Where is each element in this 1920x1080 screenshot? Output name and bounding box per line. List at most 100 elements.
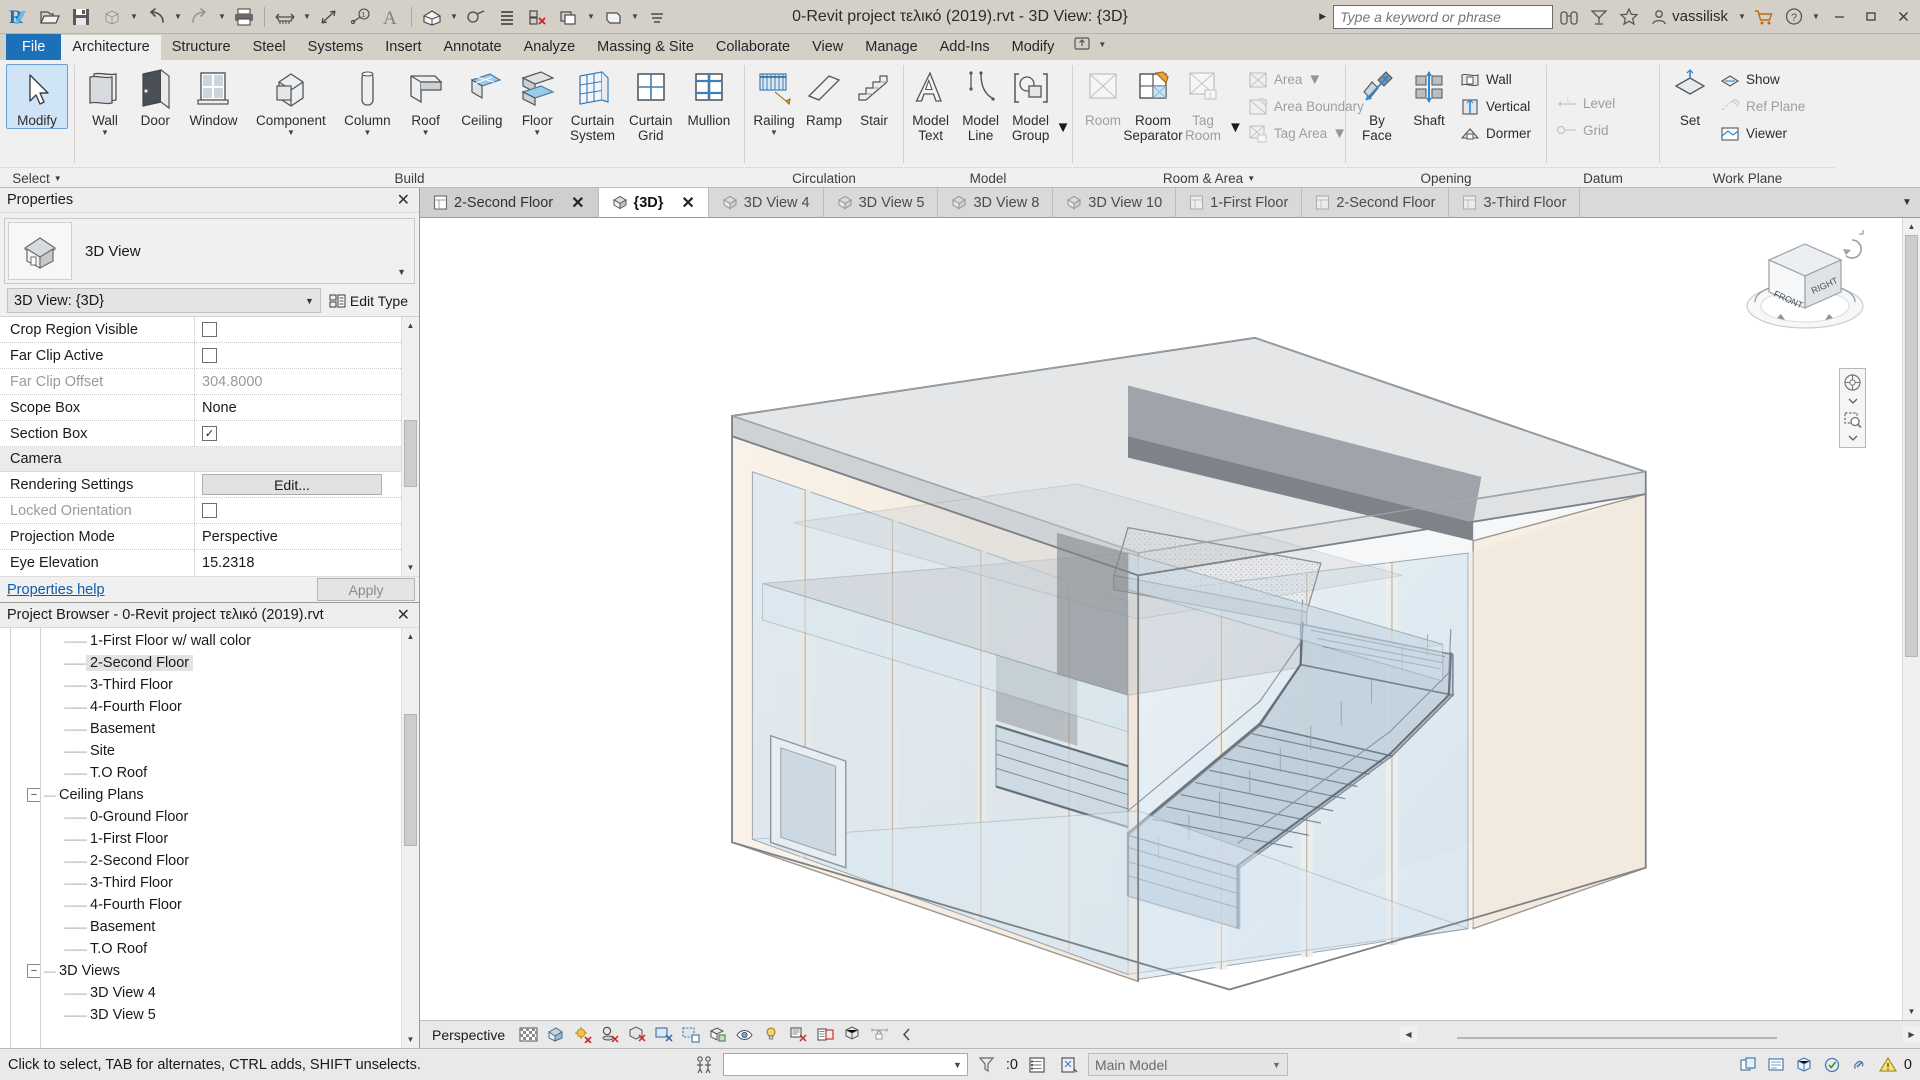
property-row-scope-box[interactable]: Scope Box None bbox=[0, 395, 419, 421]
canvas-hscroll-left-icon[interactable]: ◀ bbox=[1400, 1026, 1417, 1043]
curtain-grid-button[interactable]: Curtain Grid bbox=[623, 64, 679, 144]
temporary-view-properties-icon[interactable] bbox=[814, 1024, 837, 1046]
property-value[interactable] bbox=[195, 343, 419, 368]
set-work-plane-button[interactable]: Set bbox=[1665, 64, 1715, 129]
edit-type-button[interactable]: Edit Type bbox=[325, 293, 412, 309]
area-dropdown-caret-icon[interactable]: ▼ bbox=[1307, 71, 1322, 88]
ribbon-tab-file[interactable]: File bbox=[6, 34, 62, 60]
rendering-dialog-icon[interactable] bbox=[625, 1024, 648, 1046]
design-options-icon[interactable] bbox=[1024, 1053, 1050, 1077]
section-box-checkbox[interactable]: ✓ bbox=[202, 426, 217, 441]
property-value[interactable]: Edit... bbox=[195, 472, 419, 497]
crop-region-visible-checkbox[interactable] bbox=[202, 322, 217, 337]
tree-node-3d-view-4[interactable]: —— 3D View 4 bbox=[0, 982, 419, 1004]
curtain-system-button[interactable]: Curtain System bbox=[562, 64, 622, 144]
search-input[interactable] bbox=[1333, 4, 1554, 29]
workset-caret-icon[interactable]: ▼ bbox=[629, 3, 641, 31]
ribbon-tab-modify[interactable]: Modify bbox=[1001, 35, 1066, 60]
component-dropdown-caret-icon[interactable]: ▼ bbox=[287, 128, 295, 137]
favorites-star-icon[interactable] bbox=[1615, 4, 1643, 30]
family-type-caret-icon[interactable]: ▼ bbox=[397, 267, 406, 277]
work-plane-viewer-button[interactable]: Viewer bbox=[1715, 120, 1812, 147]
view-tab-3d-view-10[interactable]: 3D View 10 bbox=[1053, 188, 1177, 217]
revit-logo-icon[interactable]: R bbox=[4, 3, 34, 31]
vertical-opening-button[interactable]: Vertical bbox=[1455, 93, 1538, 120]
close-hidden-windows-icon[interactable] bbox=[523, 3, 553, 31]
workset-box-icon[interactable] bbox=[598, 3, 628, 31]
worksets-icon[interactable] bbox=[1736, 1053, 1762, 1077]
open-icon[interactable] bbox=[35, 3, 65, 31]
wall-button[interactable]: Wall ▼ bbox=[80, 64, 130, 138]
search-expand-caret-icon[interactable]: ▶ bbox=[1319, 11, 1326, 22]
tree-node-site[interactable]: —— Site bbox=[0, 740, 419, 762]
canvas-scroll-thumb[interactable] bbox=[1905, 235, 1918, 658]
rendering-settings-edit-button[interactable]: Edit... bbox=[202, 474, 382, 495]
tree-node-ceiling-second-floor[interactable]: —— 2-Second Floor bbox=[0, 850, 419, 872]
property-value[interactable]: Perspective bbox=[195, 524, 419, 549]
apply-button[interactable]: Apply bbox=[317, 578, 415, 601]
print-icon[interactable] bbox=[229, 3, 259, 31]
help-dropdown-caret-icon[interactable]: ▼ bbox=[1810, 3, 1822, 31]
far-clip-active-checkbox[interactable] bbox=[202, 348, 217, 363]
tree-node-first-floor-wall-color[interactable]: —— 1-First Floor w/ wall color bbox=[0, 630, 419, 652]
tree-node-basement[interactable]: —— Basement bbox=[0, 718, 419, 740]
properties-help-link[interactable]: Properties help bbox=[7, 582, 105, 598]
navigation-bar[interactable] bbox=[1839, 368, 1866, 448]
measure-icon[interactable] bbox=[270, 3, 300, 31]
stair-button[interactable]: Stair bbox=[849, 64, 899, 129]
3d-model-canvas[interactable]: FRONT RIGHT bbox=[420, 218, 1902, 1020]
tree-expander-icon-2[interactable]: − bbox=[27, 964, 41, 978]
properties-scroll-up-icon[interactable]: ▲ bbox=[402, 317, 419, 334]
wall-dropdown-caret-icon[interactable]: ▼ bbox=[101, 128, 109, 137]
tree-node-ceiling-ground-floor[interactable]: —— 0-Ground Floor bbox=[0, 806, 419, 828]
tree-node-ceiling-to-roof[interactable]: —— T.O Roof bbox=[0, 938, 419, 960]
restore-button[interactable] bbox=[1856, 2, 1886, 32]
ribbon-minimize-icon[interactable] bbox=[1071, 36, 1093, 52]
switch-windows-caret-icon[interactable]: ▼ bbox=[585, 3, 597, 31]
canvas-hscroll-thumb[interactable] bbox=[1456, 1036, 1777, 1039]
tag-room-button[interactable]: 1 Tag Room bbox=[1178, 64, 1228, 144]
press-and-drag-icon[interactable] bbox=[691, 1053, 717, 1077]
floor-button[interactable]: Floor ▼ bbox=[512, 64, 563, 138]
view-tab-2-second-floor[interactable]: 2-Second Floor ✕ bbox=[420, 188, 599, 217]
ribbon-tab-collaborate[interactable]: Collaborate bbox=[705, 35, 801, 60]
user-dropdown-caret-icon[interactable]: ▼ bbox=[1736, 3, 1748, 31]
railing-button[interactable]: Railing ▼ bbox=[749, 64, 799, 138]
property-value[interactable]: 15.2318 bbox=[195, 550, 419, 576]
ribbon-tab-steel[interactable]: Steel bbox=[242, 35, 297, 60]
properties-scroll-down-icon[interactable]: ▼ bbox=[402, 559, 419, 576]
browser-scroll-track[interactable] bbox=[402, 645, 419, 1031]
column-dropdown-caret-icon[interactable]: ▼ bbox=[363, 128, 371, 137]
canvas-scroll-track[interactable] bbox=[1903, 235, 1920, 1003]
3d-view-dropdown-caret-icon[interactable]: ▼ bbox=[448, 3, 460, 31]
undo-icon[interactable] bbox=[141, 3, 171, 31]
project-browser-close-icon[interactable]: ✕ bbox=[392, 605, 415, 625]
view-tab-close-icon-3d[interactable]: ✕ bbox=[681, 193, 694, 213]
filter-icon[interactable] bbox=[974, 1053, 1000, 1077]
mullion-button[interactable]: Mullion bbox=[679, 64, 739, 129]
view-tab-2-second-floor-b[interactable]: 2-Second Floor bbox=[1302, 188, 1450, 217]
redo-icon[interactable] bbox=[185, 3, 215, 31]
browser-scroll-down-icon[interactable]: ▼ bbox=[402, 1031, 419, 1048]
scale-icon[interactable] bbox=[517, 1024, 540, 1046]
tree-node-fourth-floor[interactable]: —— 4-Fourth Floor bbox=[0, 696, 419, 718]
steering-wheel-icon[interactable] bbox=[1841, 372, 1864, 393]
dormer-opening-button[interactable]: Dormer bbox=[1455, 120, 1538, 147]
editing-requests-icon[interactable] bbox=[1764, 1053, 1790, 1077]
undo-dropdown-caret-icon[interactable]: ▼ bbox=[172, 3, 184, 31]
ribbon-tab-annotate[interactable]: Annotate bbox=[433, 35, 513, 60]
wall-opening-button[interactable]: Wall bbox=[1455, 66, 1538, 93]
opening-by-face-button[interactable]: By Face bbox=[1351, 64, 1403, 144]
grid-button[interactable]: Grid bbox=[1552, 117, 1622, 144]
help-question-icon[interactable]: ? bbox=[1780, 4, 1808, 30]
modify-button[interactable]: Modify bbox=[6, 64, 68, 129]
tree-expander-icon[interactable]: − bbox=[27, 788, 41, 802]
view-tab-close-icon[interactable]: ✕ bbox=[571, 193, 584, 213]
autodesk-app-store-icon[interactable] bbox=[1585, 4, 1613, 30]
user-account[interactable]: vassilisk bbox=[1645, 8, 1734, 25]
property-value[interactable]: None bbox=[195, 395, 419, 420]
tag-by-category-icon[interactable]: 1 bbox=[345, 3, 375, 31]
zoom-region-icon[interactable] bbox=[1841, 409, 1864, 430]
property-row-projection-mode[interactable]: Projection Mode Perspective bbox=[0, 524, 419, 550]
panel-room-area-caret-icon[interactable]: ▼ bbox=[1247, 174, 1255, 183]
